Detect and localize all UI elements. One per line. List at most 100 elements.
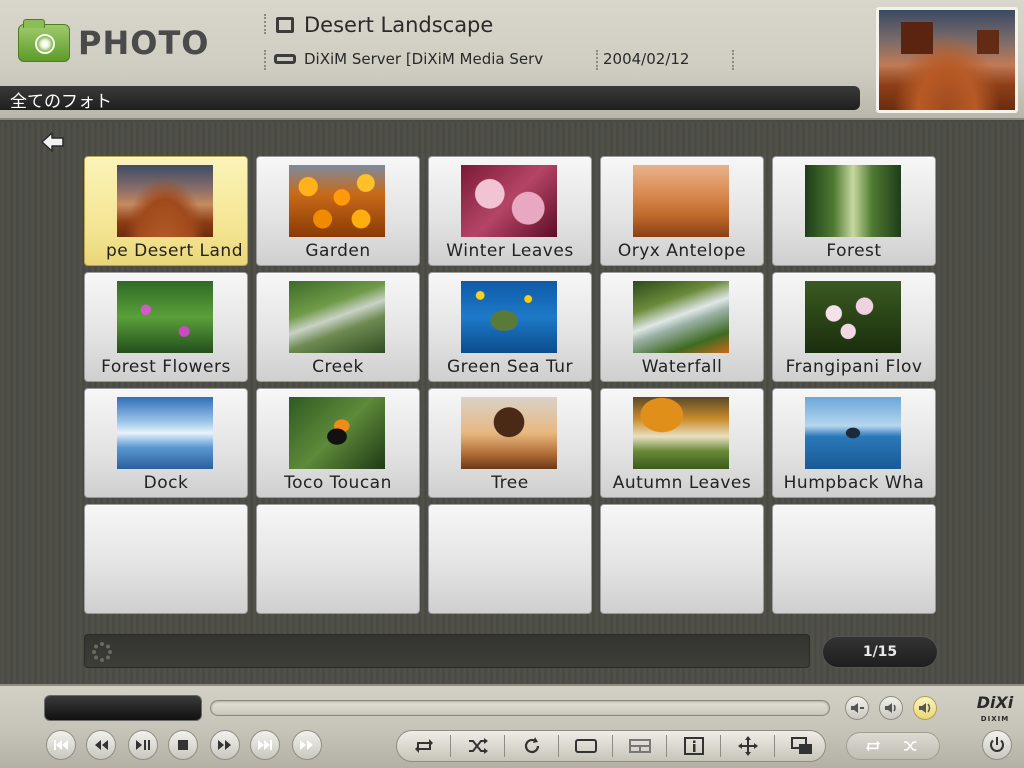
photo-thumbnail	[805, 397, 901, 469]
photo-thumbnail	[461, 397, 557, 469]
photo-thumbnail	[461, 165, 557, 237]
single-view-button[interactable]	[559, 731, 613, 761]
photo-tile[interactable]: Green Sea Tur	[428, 272, 592, 382]
fast-forward-button[interactable]	[210, 730, 240, 760]
photo-title: Dock	[143, 473, 189, 493]
empty-tile	[772, 504, 936, 614]
shuffle-button[interactable]	[451, 731, 505, 761]
divider	[596, 50, 598, 70]
volume-button[interactable]	[879, 696, 903, 720]
speaker-loud-icon	[919, 703, 931, 713]
category-bar: 全てのフォト	[0, 86, 860, 112]
photo-thumbnail	[633, 165, 729, 237]
photo-tile[interactable]: Oryx Antelope	[600, 156, 764, 266]
rotate-icon	[524, 737, 540, 754]
time-display	[44, 695, 202, 721]
rewind-button[interactable]	[86, 730, 116, 760]
photo-title	[85, 589, 247, 611]
stop-button[interactable]	[168, 730, 198, 760]
back-arrow-icon[interactable]	[40, 130, 66, 154]
rotate-button[interactable]	[505, 731, 559, 761]
shuffle-icon	[904, 741, 917, 751]
info-icon	[684, 737, 704, 755]
preview-thumbnail	[876, 7, 1018, 113]
repeat-button[interactable]	[397, 731, 451, 761]
stop-icon	[178, 740, 188, 750]
seek-bar[interactable]	[210, 700, 830, 716]
empty-tile	[600, 504, 764, 614]
power-icon	[990, 737, 1004, 752]
photo-title: Forest	[826, 241, 882, 261]
shuffle-mini-button[interactable]	[893, 733, 929, 759]
photo-tile[interactable]: Humpback Wha	[772, 388, 936, 498]
header: PHOTO Desert Landscape DiXiM Server [DiX…	[0, 0, 1024, 120]
photo-title	[257, 589, 419, 611]
grid-view-button[interactable]	[613, 731, 667, 761]
speaker-minus-icon	[851, 703, 864, 713]
photo-title: Humpback Wha	[783, 473, 925, 493]
shuffle-icon	[469, 738, 488, 754]
item-date: 2004/02/12	[603, 50, 690, 68]
photo-tile[interactable]: Autumn Leaves	[600, 388, 764, 498]
repeat-mini-button[interactable]	[855, 733, 891, 759]
divider	[264, 50, 266, 70]
player-controls: DiXi DIXIM	[0, 684, 1024, 768]
server-name: DiXiM Server [DiXiM Media Serv	[304, 50, 544, 68]
photo-tile[interactable]: Frangipani Flov	[772, 272, 936, 382]
photo-tile[interactable]: Forest	[772, 156, 936, 266]
divider	[264, 14, 266, 34]
fullscreen-button[interactable]	[775, 731, 829, 761]
step-forward-icon	[300, 740, 313, 750]
app-title: PHOTO	[78, 24, 210, 62]
photo-title: Frangipani Flov	[785, 357, 923, 377]
photo-title: Tree	[491, 473, 529, 493]
repeat-icon	[415, 739, 433, 753]
photo-grid: pe Desert Land Garden Winter Leaves Oryx An…	[84, 156, 938, 614]
speaker-icon	[885, 703, 896, 713]
dixim-logo: DiXi DIXIM	[976, 693, 1014, 724]
photo-title: Waterfall	[641, 357, 723, 377]
photo-title: Green Sea Tur	[446, 357, 574, 377]
power-button[interactable]	[982, 730, 1012, 760]
photo-tile[interactable]: Forest Flowers	[84, 272, 248, 382]
photo-thumbnail	[633, 397, 729, 469]
skip-forward-icon	[258, 740, 272, 750]
move-button[interactable]	[721, 731, 775, 761]
photo-tile[interactable]: Waterfall	[600, 272, 764, 382]
empty-tile	[256, 504, 420, 614]
photo-tile[interactable]: Dock	[84, 388, 248, 498]
main-area: pe Desert Land Garden Winter Leaves Oryx An…	[0, 122, 1024, 684]
play-pause-icon	[136, 740, 150, 750]
photo-thumbnail	[289, 165, 385, 237]
photo-tile[interactable]: pe Desert Land	[84, 156, 248, 266]
picture-frame-icon	[276, 17, 294, 33]
window-icon	[791, 737, 812, 754]
photo-thumbnail	[461, 281, 557, 353]
page-indicator: 1/15	[822, 636, 938, 668]
skip-to-end-button[interactable]	[250, 730, 280, 760]
photo-tile[interactable]: Creek	[256, 272, 420, 382]
step-forward-button[interactable]	[292, 730, 322, 760]
volume-down-button[interactable]	[845, 696, 869, 720]
photo-tile[interactable]: Toco Toucan	[256, 388, 420, 498]
photo-title	[773, 589, 935, 611]
empty-tile	[428, 504, 592, 614]
photo-title: Winter Leaves	[446, 241, 574, 261]
skip-to-start-button[interactable]	[46, 730, 76, 760]
skip-back-icon	[54, 740, 68, 750]
info-button[interactable]	[667, 731, 721, 761]
move-cross-icon	[738, 736, 758, 756]
photo-thumbnail	[289, 281, 385, 353]
photo-tile[interactable]: Garden	[256, 156, 420, 266]
photo-title: Autumn Leaves	[612, 473, 752, 493]
empty-tile	[84, 504, 248, 614]
fast-forward-icon	[218, 740, 231, 750]
photo-title	[429, 589, 591, 611]
photo-title: Garden	[305, 241, 371, 261]
play-pause-button[interactable]	[128, 730, 158, 760]
photo-title	[601, 589, 763, 611]
photo-tile[interactable]: Winter Leaves	[428, 156, 592, 266]
photo-tile[interactable]: Tree	[428, 388, 592, 498]
volume-up-button[interactable]	[913, 696, 937, 720]
view-toolbar	[396, 730, 826, 762]
